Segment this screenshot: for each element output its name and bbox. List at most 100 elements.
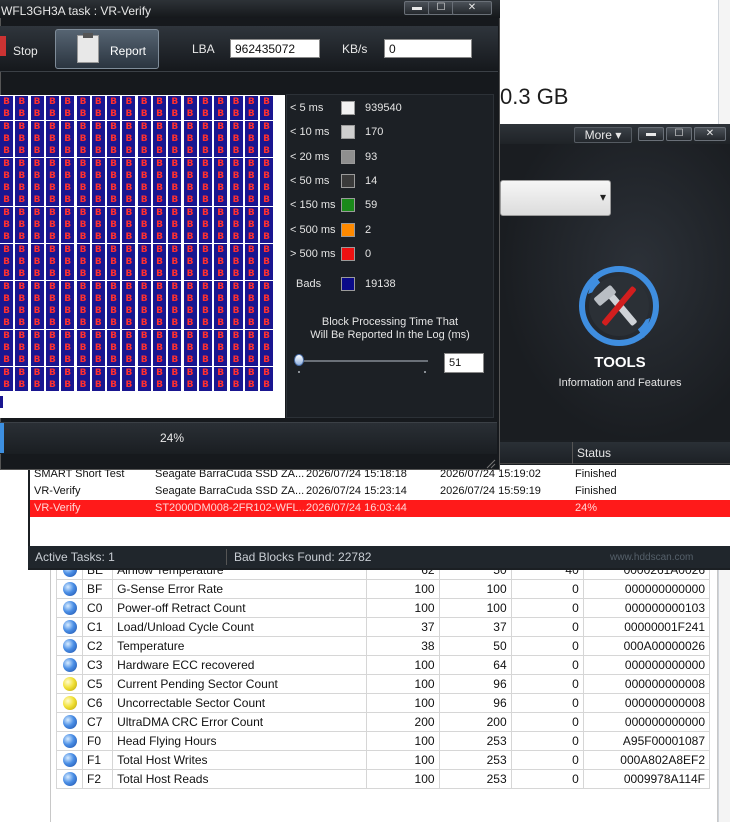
site-link[interactable]: www.hddscan.com [610, 552, 693, 563]
bad-block: B [244, 157, 258, 170]
log-label-line2: Will Be Reported In the Log (ms) [310, 329, 470, 341]
bad-block: B [198, 378, 212, 391]
task-row[interactable]: VR-Verify Seagate BarraCuda SSD ZA... 2026… [30, 483, 730, 500]
bad-block: B [122, 206, 136, 219]
bad-block: B [183, 317, 197, 330]
attribute-name: Hardware ECC recovered [112, 655, 368, 675]
bad-block: B [137, 329, 151, 342]
bad-block: B [244, 280, 258, 293]
bad-block: B [30, 255, 44, 268]
attribute-threshold: 0 [510, 598, 584, 618]
bad-block: B [153, 317, 166, 330]
smart-row[interactable]: C3 Hardware ECC recovered 100 64 0 0000000000… [55, 655, 711, 675]
bad-block: B [214, 108, 228, 121]
more-button[interactable]: More ▾ [574, 127, 632, 143]
smart-row[interactable]: C0 Power-off Retract Count 100 100 0 00000000… [55, 598, 711, 618]
smart-row[interactable]: C5 Current Pending Sector Count 100 96 0 0000… [55, 674, 711, 694]
bad-block: B [244, 292, 258, 305]
maximize-icon[interactable]: ☐ [428, 1, 454, 15]
bad-block: B [107, 96, 121, 108]
kbs-field[interactable]: 0 [384, 39, 472, 58]
bad-block: B [15, 366, 29, 379]
status-icon [55, 750, 84, 770]
bad-block: B [45, 329, 59, 342]
bad-block: B [168, 108, 182, 121]
close-icon[interactable]: ✕ [452, 1, 492, 15]
minimize-icon[interactable]: ▬ [404, 1, 430, 15]
bad-block: B [122, 354, 136, 367]
bad-block: B [91, 206, 105, 219]
resize-grip-icon[interactable] [486, 458, 496, 469]
slider-thumb[interactable] [294, 354, 304, 366]
task-row[interactable]: VR-Verify ST2000DM008-2FR102-WFL... 2026/0… [30, 500, 730, 517]
bad-block: B [198, 329, 212, 342]
bad-block: B [214, 243, 228, 256]
smart-row[interactable]: F0 Head Flying Hours 100 253 0 A95F00001087 [55, 731, 711, 751]
legend-row: < 500 ms 2 [290, 222, 490, 239]
bad-block: B [168, 292, 182, 305]
bad-block: B [15, 132, 29, 145]
bad-block: B [107, 342, 121, 354]
smart-row[interactable]: F2 Total Host Reads 100 253 0 0009978A114F [55, 769, 711, 789]
bad-block: B [30, 243, 44, 256]
legend-swatch [341, 198, 355, 213]
bad-block: B [45, 366, 59, 379]
stop-icon[interactable] [0, 36, 6, 56]
legend-row: < 20 ms 93 [290, 149, 490, 166]
bad-block: B [15, 194, 29, 207]
lba-label: LBA [192, 42, 215, 56]
clipboard-clip [83, 33, 93, 38]
maximize-icon[interactable]: ☐ [666, 127, 692, 141]
log-threshold-slider[interactable] [296, 360, 428, 362]
task-start: 2026/07/24 16:03:44 [306, 502, 407, 514]
status-column-header[interactable]: Status [577, 446, 611, 460]
bad-block: B [214, 378, 228, 391]
task-status: 24% [575, 502, 598, 514]
bad-block: B [15, 280, 29, 293]
bad-block: B [137, 317, 151, 330]
attribute-worst: 64 [438, 655, 512, 675]
attribute-raw: 000000000008 [582, 693, 711, 713]
minimize-icon[interactable]: ▬ [638, 127, 664, 141]
close-icon[interactable]: ✕ [694, 127, 726, 141]
bad-block: B [168, 132, 182, 145]
bad-block: B [153, 108, 166, 121]
report-button[interactable]: Report [55, 29, 159, 69]
smart-row[interactable]: C6 Uncorrectable Sector Count 100 96 0 000000… [55, 693, 711, 713]
task-start: 2026/07/24 15:23:14 [306, 485, 407, 497]
bad-block: B [0, 329, 13, 342]
drive-select-dropdown[interactable]: ▾ [500, 180, 611, 216]
tools-subtitle: Information and Features [558, 377, 682, 389]
tools-icon[interactable] [574, 264, 664, 348]
log-threshold-input[interactable]: 51 [444, 353, 484, 373]
bad-block: B [229, 194, 243, 207]
stop-button[interactable]: Stop [13, 44, 38, 58]
bad-block: B [168, 305, 182, 318]
bad-block: B [30, 169, 44, 182]
bad-block: B [229, 317, 243, 330]
bad-block: B [15, 292, 29, 305]
bad-block: B [15, 255, 29, 268]
smart-row[interactable]: C7 UltraDMA CRC Error Count 200 200 0 0000000… [55, 712, 711, 732]
bad-block: B [45, 342, 59, 354]
smart-row[interactable]: F1 Total Host Writes 100 253 0 000A802A8EF2 [55, 750, 711, 770]
attribute-name: Current Pending Sector Count [112, 674, 368, 694]
bad-block: B [76, 182, 90, 195]
attribute-value: 38 [366, 636, 440, 656]
smart-row[interactable]: BF G-Sense Error Rate 100 100 0 000000000000 [55, 579, 711, 599]
bad-block: B [168, 231, 182, 244]
bad-block: B [214, 280, 228, 293]
smart-row[interactable]: C2 Temperature 38 50 0 000A00000026 [55, 636, 711, 656]
lba-field[interactable]: 962435072 [230, 39, 320, 58]
bad-block: B [198, 354, 212, 367]
bad-block: B [107, 145, 121, 158]
bad-block: B [137, 194, 151, 207]
bad-block: B [214, 145, 228, 158]
bad-block: B [61, 96, 75, 108]
bad-block: B [183, 268, 197, 281]
attribute-raw: 000000000103 [582, 598, 711, 618]
bad-block: B [244, 243, 258, 256]
smart-row[interactable]: C1 Load/Unload Cycle Count 37 37 0 00000001F2… [55, 617, 711, 637]
bad-block: B [0, 268, 13, 281]
bad-block: B [183, 96, 197, 108]
